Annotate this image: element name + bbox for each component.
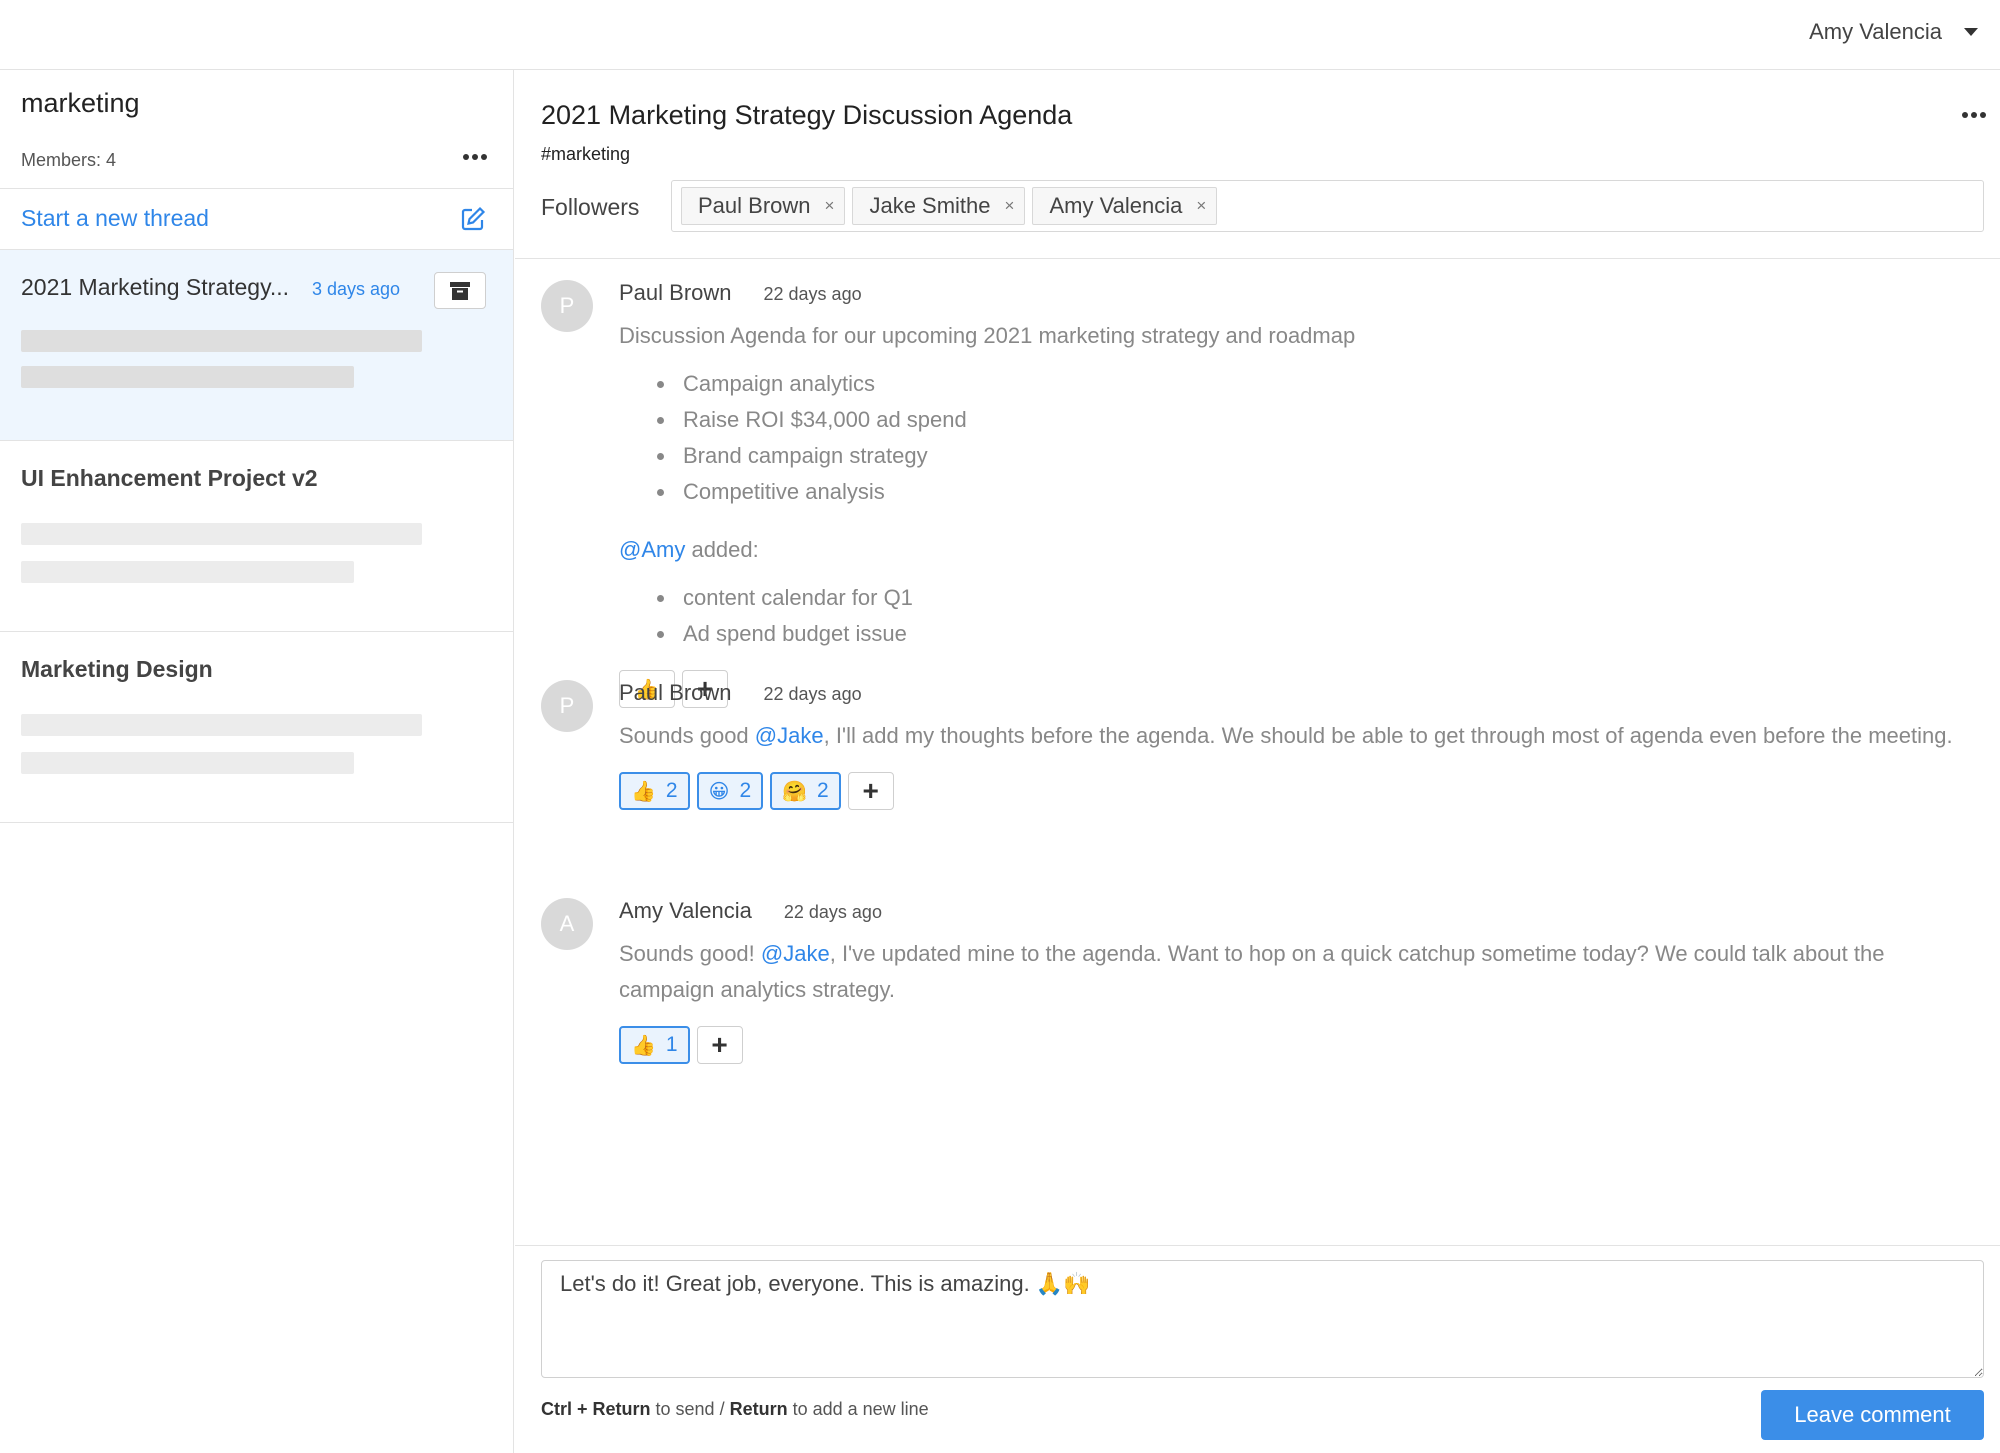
comment-time: 22 days ago [763,284,862,304]
thread-time: 3 days ago [312,279,401,299]
close-icon[interactable]: × [1196,196,1206,216]
archive-button[interactable] [434,272,486,309]
text-placeholder [21,561,354,583]
thread-title: Marketing Design [21,656,213,682]
sidebar: marketing Members: 4 Start a new thread … [0,70,514,1453]
grin-icon: 😀 [708,780,730,803]
comment-author: Paul Brown [619,680,732,705]
comment-composer: Let's do it! Great job, everyone. This i… [515,1245,2000,1453]
follower-chip: Paul Brown × [681,187,846,225]
avatar: A [541,898,593,950]
comment-text: Sounds good! @Jake, I've updated mine to… [619,941,1885,1002]
follower-name: Amy Valencia [1049,193,1183,218]
thread-item[interactable]: Marketing Design [0,632,513,823]
text-placeholder [21,523,422,545]
follower-name: Paul Brown [698,193,811,218]
text-placeholder [21,330,422,352]
reaction-count: 2 [665,779,678,802]
thread-heading: 2021 Marketing Strategy Discussion Agend… [541,100,1073,130]
comment-author: Paul Brown [619,280,732,305]
add-reaction-button[interactable]: + [847,772,894,810]
list-item: Brand campaign strategy [657,438,1981,474]
reactions: 👍 2 😀 2 🤗 2 + [619,772,1981,810]
followers-field[interactable]: Paul Brown × Jake Smithe × Amy Valencia … [671,180,1984,232]
follower-chip: Jake Smithe × [852,187,1026,225]
text-placeholder [21,366,354,388]
thread-item[interactable]: UI Enhancement Project v2 [0,441,513,632]
reaction-count: 2 [817,779,829,802]
comment-feed: P Paul Brown 22 days ago Discussion Agen… [515,260,2000,1244]
reaction-grin[interactable]: 😀 2 [696,772,764,810]
thread-item[interactable]: 2021 Marketing Strategy... 3 days ago [0,250,513,441]
archive-icon [450,281,470,300]
bullet-list: Campaign analytics Raise ROI $34,000 ad … [619,366,1981,510]
comment-text: Discussion Agenda for our upcoming 2021 … [619,323,1356,348]
follower-name: Jake Smithe [869,193,991,218]
list-item: Competitive analysis [657,474,1981,510]
thumbs-up-icon: 👍 [631,780,656,803]
reaction-thumbs-up[interactable]: 👍 2 [619,772,690,810]
comment-time: 22 days ago [783,902,882,922]
more-icon[interactable] [1962,112,1986,118]
reactions: 👍 1 + [619,1026,1981,1064]
bullet-list: content calendar for Q1 Ad spend budget … [619,580,1981,652]
channel-header: marketing Members: 4 [0,70,513,189]
close-icon[interactable]: × [825,196,835,216]
new-thread-button[interactable]: Start a new thread [0,189,513,250]
reaction-thumbs-up[interactable]: 👍 1 [619,1026,690,1064]
comment-time: 22 days ago [763,684,862,704]
edit-icon[interactable] [459,205,487,233]
avatar: P [541,280,593,332]
close-icon[interactable]: × [1005,196,1015,216]
plus-icon: + [862,775,879,806]
list-item: Ad spend budget issue [657,616,1981,652]
mention-link[interactable]: @Jake [761,941,830,966]
leave-comment-button[interactable]: Leave comment [1761,1390,1984,1440]
thread-title: UI Enhancement Project v2 [21,465,318,491]
add-reaction-button[interactable]: + [696,1026,743,1064]
reaction-count: 1 [665,1033,678,1056]
user-name: Amy Valencia [1809,19,1942,44]
followers-label: Followers [541,194,640,220]
channel-tag: #marketing [541,144,631,164]
comment-author: Amy Valencia [619,898,752,923]
thread-title: 2021 Marketing Strategy... [21,274,290,300]
comment-text: @Amy added: [619,537,759,562]
comment-input[interactable]: Let's do it! Great job, everyone. This i… [541,1260,1984,1378]
thumbs-up-icon: 👍 [631,1034,656,1057]
members-count: Members: 4 [21,150,117,170]
mention-link[interactable]: @Amy [619,537,685,562]
reaction-count: 2 [739,779,752,802]
follower-chip: Amy Valencia × [1032,187,1218,225]
new-thread-label: Start a new thread [21,205,209,231]
plus-icon: + [711,1029,728,1060]
reaction-hug[interactable]: 🤗 2 [770,772,841,810]
list-item: Campaign analytics [657,366,1981,402]
list-item: Raise ROI $34,000 ad spend [657,402,1981,438]
text-placeholder [21,752,354,774]
mention-link[interactable]: @Jake [755,723,824,748]
thread-panel: 2021 Marketing Strategy Discussion Agend… [515,70,2000,1453]
chevron-down-icon [1964,28,1978,36]
channel-name: marketing [21,88,140,118]
thread-header: 2021 Marketing Strategy Discussion Agend… [515,70,2000,259]
text-placeholder [21,714,422,736]
avatar: P [541,680,593,732]
comment-text: Sounds good @Jake, I'll add my thoughts … [619,723,1953,748]
more-icon[interactable] [463,154,487,160]
shortcut-hint: Ctrl + Return to send / Return to add a … [541,1399,929,1419]
hug-icon: 🤗 [782,780,808,803]
top-bar: Amy Valencia [0,0,2000,70]
list-item: content calendar for Q1 [657,580,1981,616]
user-menu[interactable]: Amy Valencia [1809,14,1978,50]
